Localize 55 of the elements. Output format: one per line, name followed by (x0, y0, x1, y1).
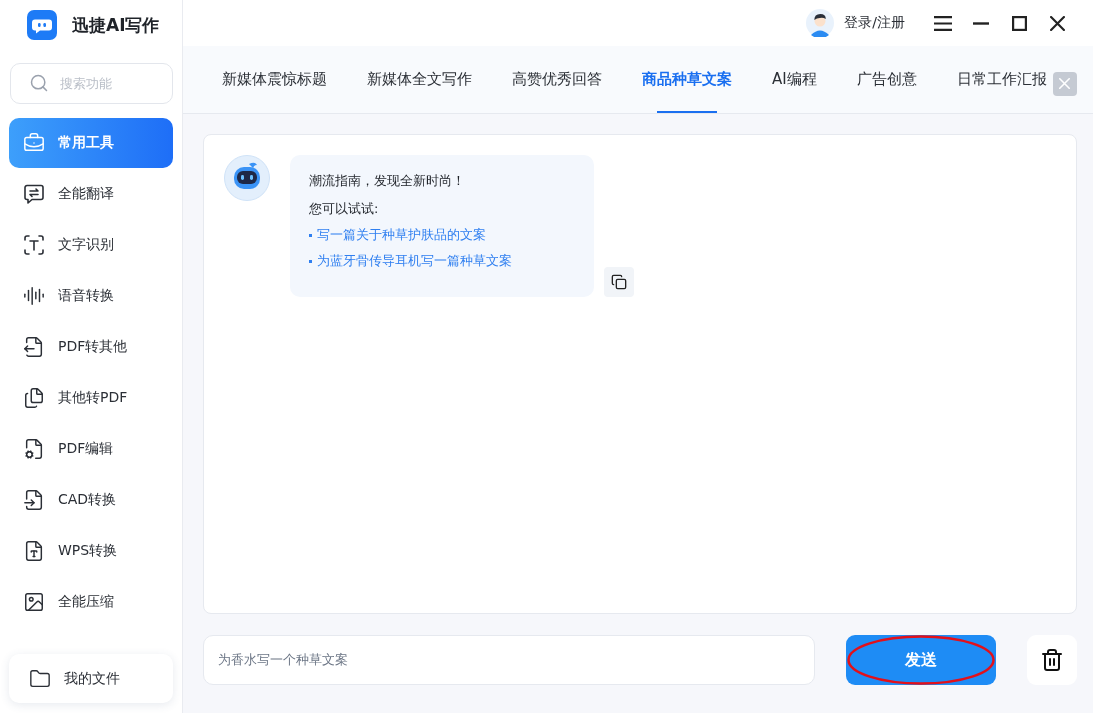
maximize-icon (1011, 15, 1027, 31)
tab[interactable]: 新媒体全文写作 (367, 46, 472, 113)
sidebar-item[interactable]: 全能压缩 (9, 577, 173, 627)
trash-icon (1040, 648, 1064, 672)
message-input-field[interactable]: 为香水写一个种草文案 (203, 635, 815, 685)
user-avatar-icon (806, 9, 835, 37)
tab[interactable]: 广告创意 (856, 46, 917, 113)
sidebar-item[interactable]: PDF编辑 (9, 424, 173, 474)
image-icon (23, 591, 45, 613)
tab[interactable]: 新媒体震惊标题 (222, 46, 327, 113)
file-gear-icon (23, 438, 45, 460)
sidebar-item[interactable]: 全能翻译 (9, 169, 173, 219)
copy-icon (611, 274, 627, 290)
app-title: 迅捷AI写作 (72, 13, 160, 37)
chat-bot-logo-icon (27, 10, 57, 40)
maximize-button[interactable] (1009, 13, 1029, 33)
suggestion-link[interactable]: 写一篇关于种草护肤品的文案 (309, 225, 486, 245)
text-scan-icon (23, 234, 45, 256)
sidebar-item[interactable]: 其他转PDF (9, 373, 173, 423)
close-icon (1059, 78, 1071, 89)
close-icon (1049, 15, 1065, 31)
tab[interactable]: 日常工作汇报 (956, 46, 1047, 113)
sidebar-item[interactable]: CAD转换 (9, 475, 173, 525)
robot-avatar-icon (224, 155, 270, 201)
chat-arrows-icon (23, 183, 45, 205)
files-icon (23, 387, 45, 409)
menu-icon (934, 15, 952, 31)
bullet-icon (309, 233, 312, 237)
tab[interactable]: AI编程 (772, 46, 817, 113)
folder-icon (29, 667, 51, 690)
login-link[interactable]: 登录/注册 (806, 9, 905, 37)
suggestion-link[interactable]: 为蓝牙骨传导耳机写一篇种草文案 (309, 251, 512, 271)
sidebar-item[interactable]: WPS转换 (9, 526, 173, 576)
close-button[interactable] (1047, 13, 1067, 33)
menu-button[interactable] (933, 13, 953, 33)
sidebar-item[interactable]: 常用工具 (9, 118, 173, 168)
delete-button[interactable] (1027, 635, 1077, 685)
tab[interactable]: 高赞优秀回答 (512, 46, 602, 113)
bullet-icon (309, 259, 312, 263)
file-letter-icon (23, 540, 45, 562)
tab[interactable]: 商品种草文案 (642, 46, 732, 113)
file-arrow-icon (23, 336, 45, 358)
sidebar-item[interactable]: 文字识别 (9, 220, 173, 270)
file-arrow-icon (23, 489, 45, 511)
briefcase-icon (23, 132, 45, 154)
message-prompt: 您可以试试: (309, 200, 379, 218)
search-icon (29, 73, 49, 93)
my-files-button[interactable]: 我的文件 (9, 654, 173, 703)
message-title: 潮流指南，发现全新时尚！ (309, 172, 465, 190)
search-field[interactable]: 搜索功能 (10, 63, 173, 104)
sound-wave-icon (23, 285, 45, 307)
sidebar-item[interactable]: PDF转其他 (9, 322, 173, 372)
sidebar-item[interactable]: 语音转换 (9, 271, 173, 321)
minimize-icon (973, 21, 989, 25)
copy-button[interactable] (604, 267, 634, 297)
